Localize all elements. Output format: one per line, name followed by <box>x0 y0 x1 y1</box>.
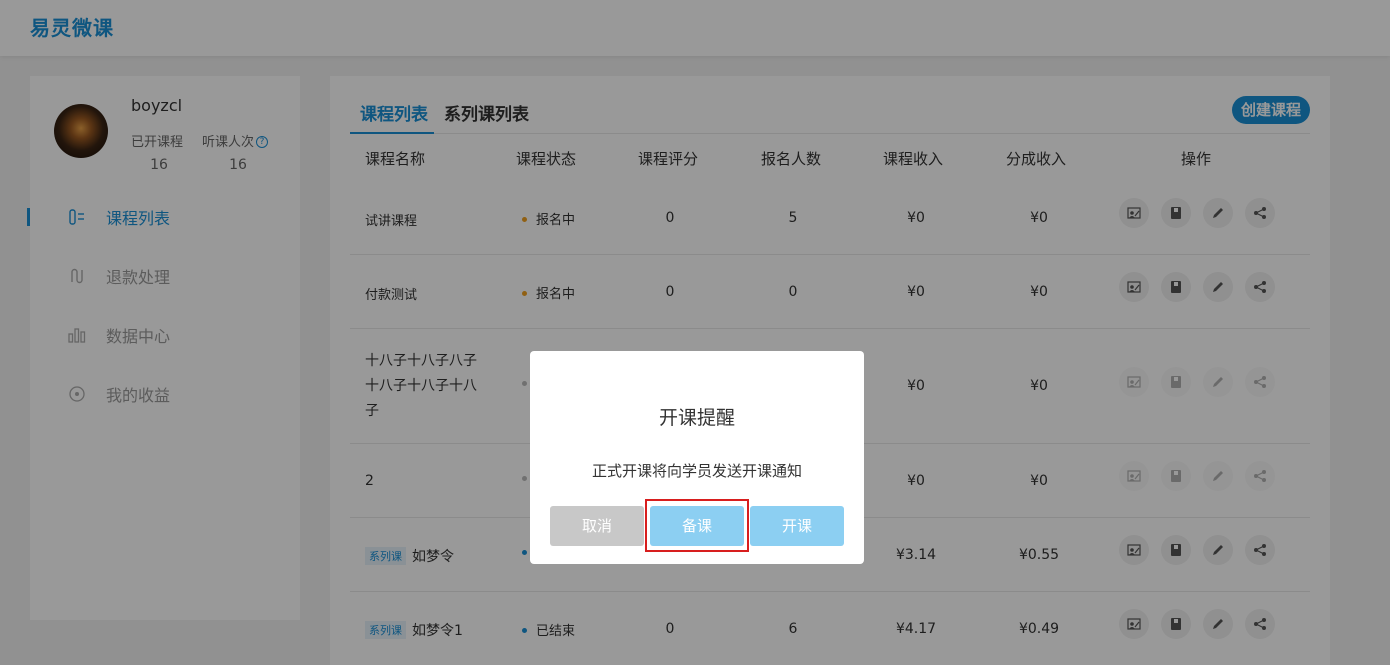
dialog-message: 正式开课将向学员发送开课通知 <box>591 462 802 480</box>
start-course-dialog: 开课提醒 正式开课将向学员发送开课通知 取消 备课 开课 <box>530 351 864 564</box>
start-course-button[interactable]: 开课 <box>750 506 844 546</box>
modal-backdrop[interactable] <box>0 0 1390 665</box>
highlight-box <box>645 499 749 552</box>
cancel-button[interactable]: 取消 <box>550 506 644 546</box>
dialog-title: 开课提醒 <box>658 407 735 429</box>
